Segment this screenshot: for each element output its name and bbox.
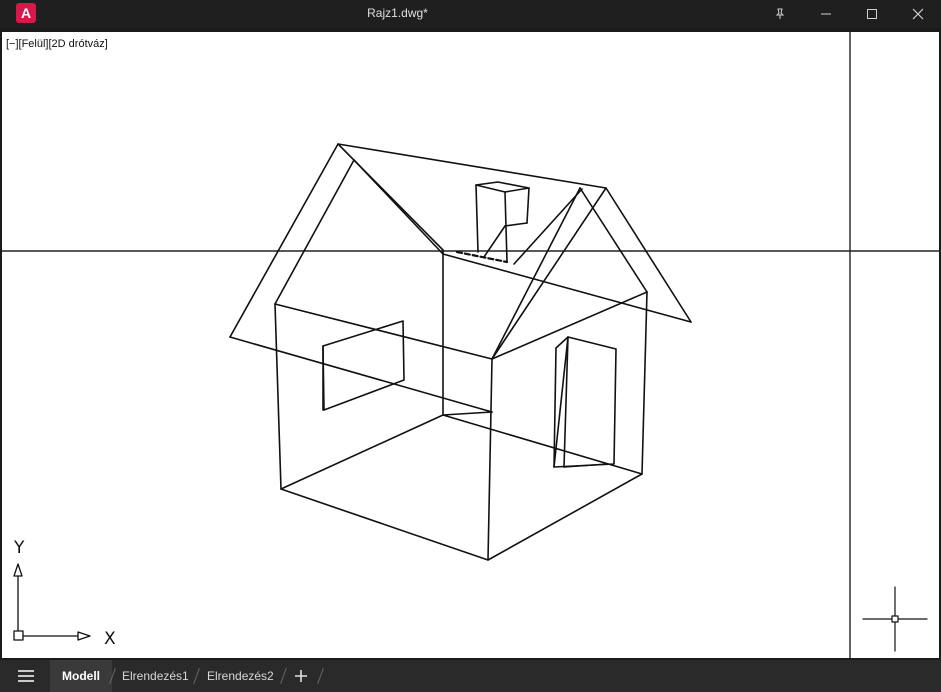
chimney [455, 181, 530, 264]
cursor-crosshair-icon [862, 586, 928, 652]
tab-model[interactable]: Modell [50, 660, 112, 692]
house-roof [229, 143, 692, 413]
layout-tab-bar: Modell Elrendezés1 Elrendezés2 [0, 660, 941, 692]
tab-separator [317, 668, 324, 684]
tab-layout2[interactable]: Elrendezés2 [201, 660, 280, 692]
close-button[interactable] [895, 0, 941, 28]
maximize-icon [867, 9, 877, 19]
house-wireframe-drawing[interactable]: Y X [2, 32, 939, 658]
add-layout-button[interactable] [290, 666, 312, 686]
drawing-viewport[interactable]: Y X [−][Felül][2D drótváz] [2, 32, 939, 658]
house-walls [274, 249, 648, 561]
layout-menu-button[interactable] [12, 666, 40, 686]
ucs-x-label: X [104, 629, 116, 649]
app-window: A Rajz1.dwg* Y X [−][Felül][2D drótváz] … [0, 0, 941, 692]
tab-layout1[interactable]: Elrendezés1 [116, 660, 195, 692]
maximize-button[interactable] [849, 0, 895, 28]
pin-button[interactable] [757, 0, 803, 28]
ucs-icon [13, 563, 91, 641]
minimize-icon [821, 13, 831, 15]
ucs-y-label: Y [13, 538, 25, 558]
tab-separator [280, 668, 287, 684]
close-icon [912, 8, 924, 20]
document-title: Rajz1.dwg* [367, 6, 428, 20]
hamburger-icon [18, 670, 34, 682]
viewport-controls[interactable]: [−][Felül][2D drótváz] [6, 38, 108, 50]
pin-icon [775, 8, 785, 19]
minimize-button[interactable] [803, 0, 849, 28]
right-door [553, 336, 617, 468]
plus-icon [295, 670, 307, 682]
title-bar[interactable]: A Rajz1.dwg* [0, 0, 941, 28]
